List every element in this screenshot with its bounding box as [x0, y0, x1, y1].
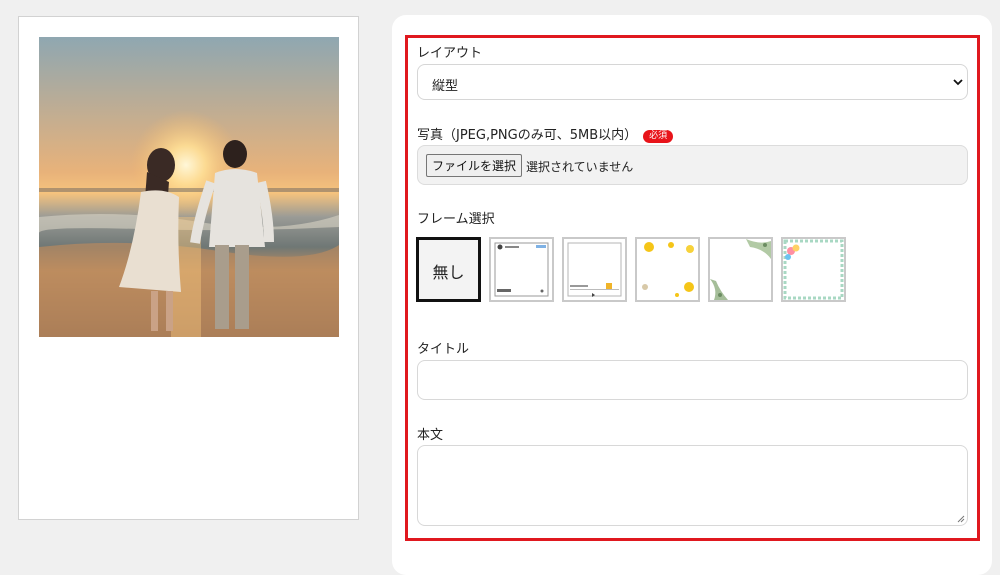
title-input[interactable]	[417, 360, 968, 400]
frame-option-yellow-flower[interactable]	[635, 237, 700, 302]
layout-select-value: 縦型	[432, 79, 459, 94]
frame-label: フレーム選択	[417, 212, 495, 227]
choose-file-button[interactable]: ファイルを選択	[426, 154, 523, 177]
body-textarea[interactable]	[417, 445, 968, 526]
frame-option-none-label: 無し	[432, 263, 465, 282]
music-player-frame-icon	[567, 242, 622, 297]
frame-option-leaf[interactable]	[708, 237, 773, 302]
photo-file-input[interactable]: ファイルを選択 選択されていません	[417, 145, 968, 185]
photo-label-text: 写真（JPEG,PNGのみ可、5MB以内）	[417, 128, 638, 143]
layout-label: レイアウト	[417, 46, 483, 61]
yellow-flower-frame-icon	[642, 242, 694, 297]
frame-option-balloon[interactable]	[781, 237, 846, 302]
balloon-frame-icon	[783, 239, 844, 300]
layout-select[interactable]: 縦型	[417, 64, 968, 100]
title-label: タイトル	[417, 342, 470, 357]
beach-couple-photo	[39, 37, 339, 337]
photo-label: 写真（JPEG,PNGのみ可、5MB以内） 必須	[417, 124, 674, 143]
leaf-frame-icon	[710, 239, 771, 300]
frame-option-none[interactable]: 無し	[416, 237, 481, 302]
required-badge: 必須	[643, 130, 674, 143]
resize-handle-icon[interactable]	[957, 515, 965, 523]
social-post-frame-icon	[494, 242, 549, 297]
frame-option-music-player[interactable]	[562, 237, 627, 302]
frame-option-social-post[interactable]	[489, 237, 554, 302]
body-label: 本文	[417, 428, 444, 443]
file-status: 選択されていません	[526, 160, 634, 174]
preview-photo	[39, 37, 339, 337]
preview-card	[18, 16, 359, 520]
chevron-down-icon	[953, 79, 963, 86]
